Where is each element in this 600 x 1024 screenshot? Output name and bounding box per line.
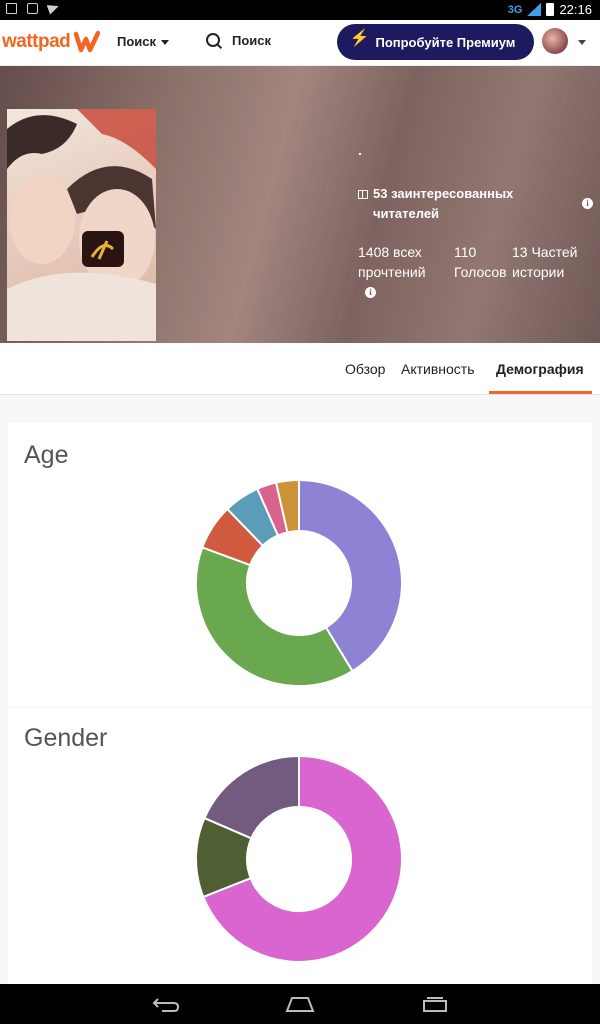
story-header: . 53 заинтересованных читателей i 1408 в… (0, 66, 600, 343)
gender-donut-chart (195, 754, 403, 963)
readers-count: 53 заинтересованных читателей (373, 186, 514, 221)
clock: 22:16 (559, 2, 592, 17)
browse-label: Поиск (117, 34, 157, 49)
tab-activity[interactable]: Активность (401, 361, 475, 377)
account-menu-chevron-icon[interactable] (578, 40, 586, 45)
message-notification-icon (27, 3, 38, 14)
info-icon[interactable]: i (582, 198, 593, 209)
stat-parts: 13 Частей истории (512, 244, 578, 280)
story-title: . (358, 142, 362, 158)
network-type: 3G (507, 3, 523, 16)
reads-label: 1408 всех прочтений (358, 244, 426, 280)
recent-apps-icon[interactable] (420, 996, 450, 1012)
chevron-down-icon (161, 40, 170, 46)
info-icon[interactable]: i (365, 287, 376, 298)
status-bar: 3G 22:16 (0, 0, 600, 20)
book-icon (358, 190, 368, 199)
battery-icon (546, 3, 555, 16)
stat-reads: 1408 всех прочтений i (358, 242, 448, 298)
tab-demographics[interactable]: Демография (496, 361, 584, 377)
age-title: Age (24, 441, 69, 469)
wattpad-w-icon (74, 30, 101, 53)
premium-label: Попробуйте Премиум (375, 34, 516, 50)
top-navigation: wattpad Поиск Поиск ⚡ Попробуйте Премиум (0, 20, 600, 66)
stat-votes: 110 Голосов (454, 244, 507, 280)
image-notification-icon (6, 3, 17, 14)
android-navigation-bar (0, 984, 600, 1024)
cover-illustration (7, 109, 156, 341)
stats-tabs: Обзор Активность Демография (0, 343, 600, 395)
notification-icons (6, 1, 61, 15)
back-icon[interactable] (152, 996, 180, 1012)
search-button[interactable]: Поиск (205, 32, 271, 49)
home-icon[interactable] (284, 996, 316, 1012)
gender-card: Gender (8, 709, 592, 984)
logo-text: wattpad (2, 31, 71, 52)
demographics-content: Age Gender (0, 395, 600, 984)
wattpad-logo[interactable]: wattpad (2, 30, 101, 54)
telegram-notification-icon (46, 1, 61, 15)
age-card: Age (8, 423, 592, 706)
search-icon (205, 32, 222, 49)
age-donut-chart (195, 478, 403, 687)
story-cover-image (7, 109, 156, 341)
try-premium-button[interactable]: ⚡ Попробуйте Премиум (337, 24, 534, 60)
gender-title: Gender (24, 724, 108, 752)
interested-readers: 53 заинтересованных читателей (358, 184, 558, 224)
tab-overview[interactable]: Обзор (345, 361, 385, 377)
avatar[interactable] (542, 28, 568, 54)
donut-slice[interactable] (195, 546, 354, 687)
signal-icon (527, 3, 542, 16)
browse-menu[interactable]: Поиск (117, 34, 170, 49)
active-tab-indicator (489, 391, 592, 394)
search-label: Поиск (232, 33, 272, 48)
lightning-icon: ⚡ (349, 30, 370, 47)
